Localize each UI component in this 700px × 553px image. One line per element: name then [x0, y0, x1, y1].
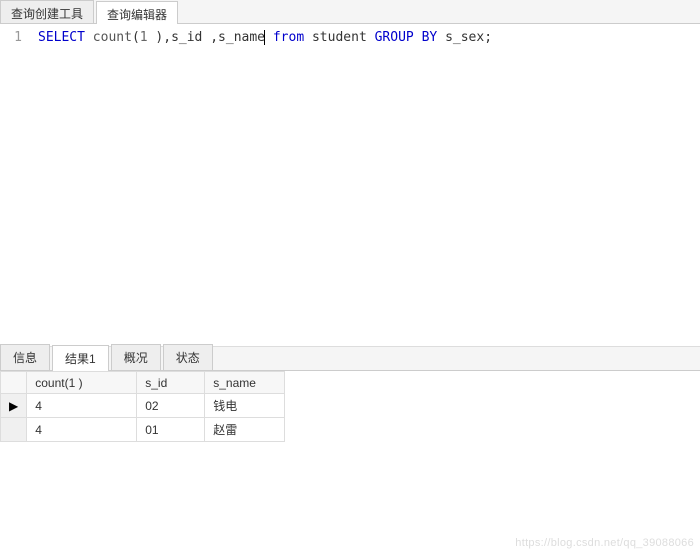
cell-sname[interactable]: 钱电 — [205, 394, 285, 418]
code-area[interactable]: SELECT count(1 ),s_id ,s_name from stude… — [30, 24, 700, 346]
editor-tab-bar: 查询创建工具 查询编辑器 — [0, 0, 700, 24]
cell-count[interactable]: 4 — [27, 394, 137, 418]
table-row[interactable]: ▶ 4 02 钱电 — [1, 394, 285, 418]
table-header-row: count(1 ) s_id s_name — [1, 372, 285, 394]
kw-group: GROUP — [375, 30, 414, 45]
count-arg: 1 — [140, 30, 148, 45]
lparen: ( — [132, 30, 140, 45]
ident-s-sex: s_sex — [445, 30, 484, 45]
result-tab-bar: 信息 结果1 概况 状态 — [0, 347, 700, 371]
tab-result1[interactable]: 结果1 — [52, 345, 109, 371]
kw-from: from — [273, 30, 304, 45]
ident-s-id: s_id — [171, 30, 202, 45]
table-row[interactable]: 4 01 赵雷 — [1, 418, 285, 442]
tab-profile[interactable]: 概况 — [111, 344, 161, 370]
watermark-text: https://blog.csdn.net/qq_39088066 — [515, 537, 694, 549]
row-marker-header — [1, 372, 27, 394]
semicolon: ; — [484, 30, 492, 45]
comma: , — [163, 30, 171, 45]
cell-sid[interactable]: 01 — [137, 418, 205, 442]
col-header-sid[interactable]: s_id — [137, 372, 205, 394]
sql-editor[interactable]: 1 SELECT count(1 ),s_id ,s_name from stu… — [0, 24, 700, 347]
line-number: 1 — [0, 30, 22, 45]
func-count: count — [93, 30, 132, 45]
result-table[interactable]: count(1 ) s_id s_name ▶ 4 02 钱电 4 01 赵雷 — [0, 371, 285, 442]
cell-sname[interactable]: 赵雷 — [205, 418, 285, 442]
result-panel: count(1 ) s_id s_name ▶ 4 02 钱电 4 01 赵雷 — [0, 371, 700, 442]
line-gutter: 1 — [0, 24, 30, 346]
col-header-count[interactable]: count(1 ) — [27, 372, 137, 394]
col-header-sname[interactable]: s_name — [205, 372, 285, 394]
row-marker-icon — [1, 418, 27, 442]
tab-query-builder[interactable]: 查询创建工具 — [0, 0, 94, 23]
cell-sid[interactable]: 02 — [137, 394, 205, 418]
text-cursor — [264, 30, 265, 45]
cell-count[interactable]: 4 — [27, 418, 137, 442]
comma: , — [202, 30, 218, 45]
tab-info[interactable]: 信息 — [0, 344, 50, 370]
kw-by: BY — [422, 30, 438, 45]
row-marker-icon: ▶ — [1, 394, 27, 418]
ident-s-name: s_name — [218, 30, 265, 45]
tab-query-editor[interactable]: 查询编辑器 — [96, 1, 178, 24]
kw-select: SELECT — [38, 30, 85, 45]
rparen: ) — [148, 30, 164, 45]
tab-status[interactable]: 状态 — [163, 344, 213, 370]
ident-table: student — [312, 30, 367, 45]
